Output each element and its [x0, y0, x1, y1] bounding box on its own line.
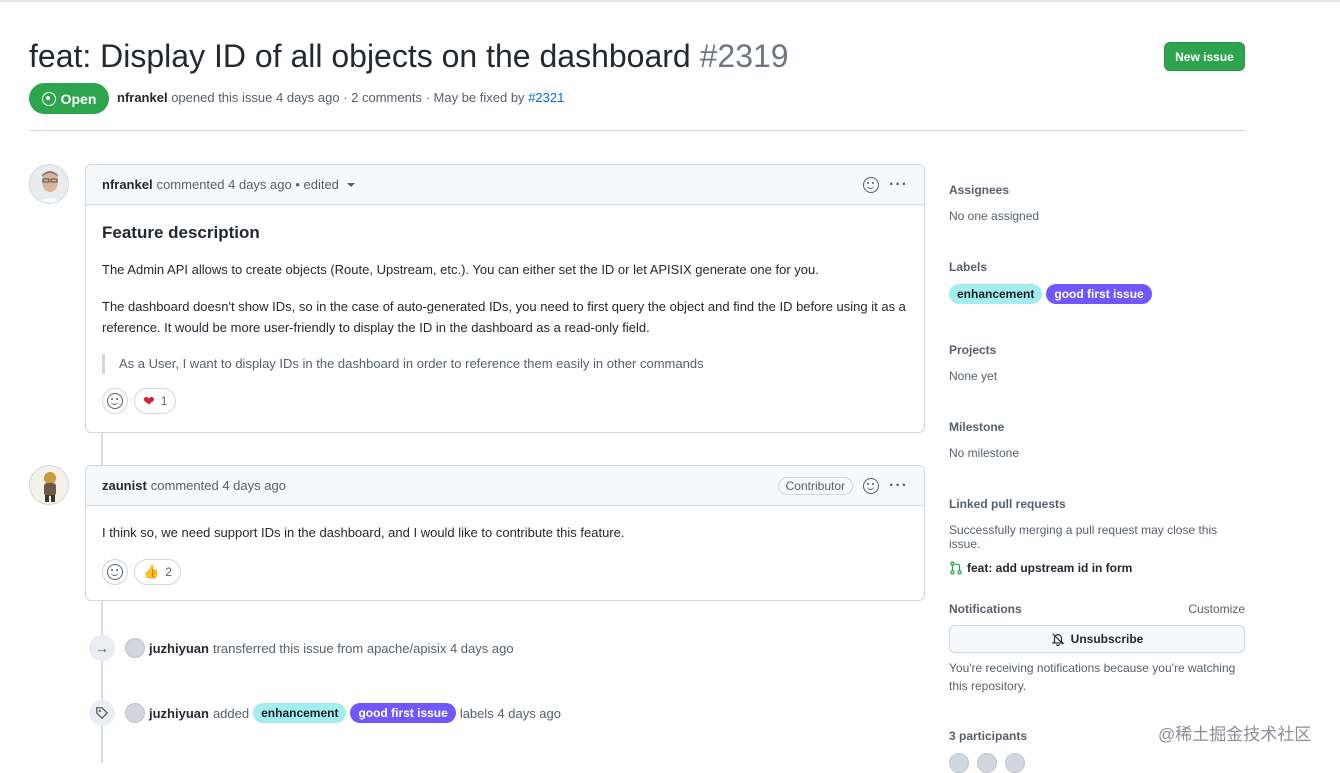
- add-reaction-button[interactable]: [102, 388, 128, 414]
- comment-card: nfrankel commented 4 days ago • edited ·…: [85, 164, 925, 433]
- heart-icon: ❤: [143, 392, 155, 409]
- timeline-event: → juzhiyuan transferred this issue from …: [89, 635, 514, 661]
- linked-pr-title: feat: add upstream id in form: [967, 561, 1133, 575]
- participant-avatar[interactable]: [977, 753, 997, 773]
- new-issue-button[interactable]: New issue: [1164, 42, 1245, 71]
- comment-meta: commented 4 days ago: [150, 478, 286, 493]
- sidebar-linked-prs: Linked pull requests Successfully mergin…: [949, 497, 1245, 575]
- sidebar-notifications: Notifications Customize: [949, 602, 1245, 616]
- smiley-icon: [107, 564, 123, 580]
- notifications-title: Notifications: [949, 602, 1022, 616]
- top-border: [0, 0, 1340, 2]
- issue-title-text: feat: Display ID of all objects on the d…: [29, 38, 691, 74]
- reaction-count: 2: [165, 565, 172, 579]
- comment-paragraph: I think so, we need support IDs in the d…: [102, 525, 625, 540]
- sidebar-milestone: Milestone No milestone: [949, 420, 1245, 460]
- milestone-value: No milestone: [949, 446, 1020, 460]
- timeline-connector: [101, 433, 103, 465]
- issue-number: #2319: [699, 38, 789, 74]
- avatar[interactable]: [125, 703, 145, 723]
- linked-prs-desc: Successfully merging a pull request may …: [949, 523, 1218, 551]
- labels-title[interactable]: Labels: [949, 260, 1245, 274]
- comment-header: zaunist commented 4 days ago Contributor…: [86, 466, 924, 506]
- linked-pr-link[interactable]: #2321: [528, 90, 564, 105]
- issue-title: feat: Display ID of all objects on the d…: [29, 36, 789, 76]
- more-options-icon[interactable]: ···: [889, 478, 908, 494]
- comment-author[interactable]: nfrankel: [102, 177, 153, 192]
- avatar-nfrankel-image: [30, 165, 68, 203]
- participant-avatar[interactable]: [949, 753, 969, 773]
- comment-body: I think so, we need support IDs in the d…: [86, 522, 924, 601]
- issue-state-badge: Open: [29, 83, 109, 114]
- issue-state-label: Open: [60, 90, 97, 107]
- sidebar-assignees: Assignees No one assigned: [949, 183, 1245, 223]
- linked-prs-title: Linked pull requests: [949, 497, 1066, 511]
- thumbs-up-icon: 👍: [143, 564, 160, 579]
- comment-paragraph: The dashboard doesn't show IDs, so in th…: [102, 299, 906, 335]
- assignees-value: No one assigned: [949, 209, 1040, 223]
- notifications-desc: You're receiving notifications because y…: [949, 661, 1236, 693]
- customize-link[interactable]: Customize: [1188, 602, 1245, 616]
- sidebar-labels: Labels enhancement good first issue: [949, 260, 1245, 304]
- reactions-bar: 👍 2: [102, 559, 908, 601]
- projects-value: None yet: [949, 369, 998, 383]
- issue-opened-icon: [41, 91, 56, 106]
- event-actor[interactable]: juzhiyuan: [149, 641, 209, 656]
- label-enhancement[interactable]: enhancement: [949, 284, 1043, 304]
- add-reaction-icon[interactable]: [863, 478, 880, 494]
- avatar[interactable]: [29, 164, 69, 204]
- comment-blockquote: As a User, I want to display IDs in the …: [102, 354, 908, 374]
- timeline-connector: [101, 601, 103, 763]
- sidebar-projects: Projects None yet: [949, 343, 1245, 383]
- comment-author[interactable]: zaunist: [102, 478, 147, 493]
- add-reaction-button[interactable]: [102, 559, 128, 585]
- edit-history-caret-icon[interactable]: [346, 182, 355, 187]
- timeline-event: juzhiyuan added enhancement good first i…: [89, 700, 561, 726]
- issue-meta-text: opened this issue 4 days ago · 2 comment…: [171, 90, 525, 105]
- unsubscribe-label: Unsubscribe: [1070, 632, 1144, 646]
- watermark: @稀土掘金技术社区: [1158, 725, 1312, 744]
- comment-card: zaunist commented 4 days ago Contributor…: [85, 465, 925, 601]
- unsubscribe-button[interactable]: Unsubscribe: [949, 625, 1245, 653]
- bell-slash-icon: [1051, 633, 1064, 646]
- comment-header: nfrankel commented 4 days ago • edited ·…: [86, 165, 924, 205]
- projects-title[interactable]: Projects: [949, 343, 1245, 357]
- reaction-heart-button[interactable]: ❤ 1: [134, 388, 177, 414]
- event-actor[interactable]: juzhiyuan: [149, 706, 209, 721]
- smiley-icon: [107, 393, 123, 409]
- issue-meta: nfrankel opened this issue 4 days ago · …: [117, 90, 564, 105]
- reactions-bar: ❤ 1: [102, 388, 908, 430]
- event-text: transferred this issue from apache/apisi…: [212, 640, 514, 656]
- comment-body: Feature description The Admin API allows…: [86, 223, 924, 430]
- assignees-title[interactable]: Assignees: [949, 183, 1245, 197]
- comment-meta: commented 4 days ago • edited: [156, 177, 339, 192]
- avatar-zaunist-image: [30, 466, 68, 504]
- avatar[interactable]: [29, 465, 69, 505]
- linked-pr-item[interactable]: feat: add upstream id in form: [949, 561, 1245, 575]
- reaction-count: 1: [160, 394, 168, 408]
- comment-paragraph: The Admin API allows to create objects (…: [102, 262, 819, 277]
- participant-avatar[interactable]: [1005, 753, 1025, 773]
- more-options-icon[interactable]: ···: [889, 177, 908, 193]
- add-reaction-icon[interactable]: [863, 177, 880, 193]
- pull-request-icon: [950, 561, 962, 575]
- header-divider: [29, 130, 1245, 131]
- tag-icon: [89, 700, 115, 726]
- avatar[interactable]: [125, 638, 145, 658]
- milestone-title[interactable]: Milestone: [949, 420, 1245, 434]
- comment-heading: Feature description: [102, 223, 260, 242]
- event-pre: added: [212, 705, 250, 721]
- issue-author-link[interactable]: nfrankel: [117, 90, 168, 105]
- arrow-right-icon: →: [89, 635, 115, 661]
- label-good-first-issue[interactable]: good first issue: [350, 703, 456, 723]
- label-good-first-issue[interactable]: good first issue: [1046, 284, 1152, 304]
- event-post: labels 4 days ago: [459, 705, 561, 721]
- label-enhancement[interactable]: enhancement: [253, 703, 347, 723]
- reaction-thumbs-up-button[interactable]: 👍 2: [134, 559, 181, 585]
- contributor-badge: Contributor: [777, 477, 854, 495]
